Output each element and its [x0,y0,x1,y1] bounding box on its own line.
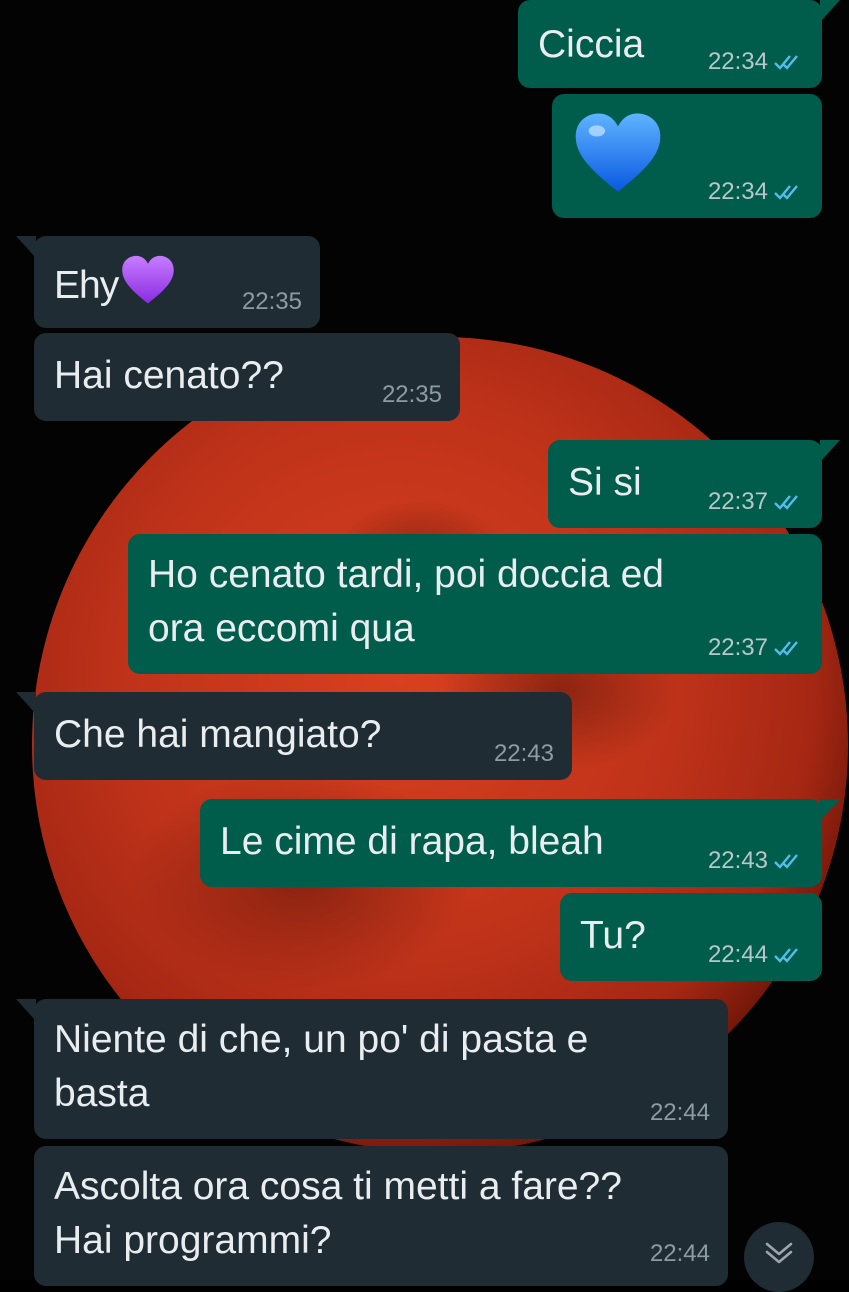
message-meta: 22:37 [708,488,804,516]
bubble-tail [820,0,840,22]
bubble-tail [16,236,36,258]
message-time: 22:34 [707,48,768,75]
bubble-tail [820,799,840,821]
message-meta: 22:44 [708,941,804,969]
message-bubble-incoming[interactable]: Niente di che, un po' di pasta e basta 2… [16,999,728,1139]
read-ticks-icon [774,948,798,963]
read-ticks-icon [774,55,798,70]
message-meta: 22:35 [242,288,302,316]
message-time: 22:35 [381,381,442,408]
read-ticks-icon [774,854,798,869]
message-bubble-incoming[interactable]: Hai cenato?? 22:35 [34,333,460,421]
blue-heart-icon [575,113,661,192]
message-time: 22:43 [707,847,768,874]
message-text: Ascolta ora cosa ti metti a fare?? Hai p… [54,1165,622,1262]
message-meta: 22:43 [708,847,804,875]
bubble-tail [16,692,36,714]
message-bubble-incoming[interactable]: Ascolta ora cosa ti metti a fare?? Hai p… [34,1146,728,1286]
message-meta: 22:43 [494,740,554,768]
message-text: Ho cenato tardi, poi doccia ed ora eccom… [148,553,664,650]
message-text: Che hai mangiato? [54,713,382,756]
message-time: 22:35 [241,288,302,315]
message-meta: 22:44 [650,1099,710,1127]
message-meta: 22:34 [708,48,804,76]
message-text: Ehy [54,264,119,307]
message-meta: 22:35 [382,381,442,409]
message-meta: 22:34 [708,178,804,206]
message-time: 22:44 [649,1240,710,1267]
message-bubble-outgoing[interactable]: Ciccia 22:34 [518,0,840,88]
message-time: 22:37 [707,634,768,661]
purple-heart-icon [122,255,174,304]
message-time: 22:37 [707,488,768,515]
message-bubble-outgoing[interactable]: Le cime di rapa, bleah 22:43 [200,799,840,887]
message-time: 22:43 [493,740,554,767]
message-meta: 22:37 [708,634,804,662]
message-time: 22:44 [707,941,768,968]
message-bubble-outgoing[interactable]: Ho cenato tardi, poi doccia ed ora eccom… [128,534,822,674]
read-ticks-icon [774,495,798,510]
bubble-tail [16,999,36,1021]
message-text: Niente di che, un po' di pasta e basta [54,1018,589,1115]
message-bubble-outgoing[interactable]: Tu? 22:44 [560,893,822,981]
message-bubble-incoming[interactable]: Ehy 22:35 [16,236,320,328]
message-bubble-outgoing[interactable]: 22:34 [552,94,822,218]
message-time: 22:34 [707,178,768,205]
message-bubble-outgoing[interactable]: Si si 22:37 [548,440,840,528]
scroll-to-bottom-button[interactable] [744,1222,814,1292]
message-bubble-incoming[interactable]: Che hai mangiato? 22:43 [16,692,572,780]
read-ticks-icon [774,185,798,200]
message-time: 22:44 [649,1099,710,1126]
double-chevron-down-icon [765,1242,793,1264]
message-meta: 22:44 [650,1240,710,1268]
bubble-tail [820,440,840,462]
read-ticks-icon [774,641,798,656]
